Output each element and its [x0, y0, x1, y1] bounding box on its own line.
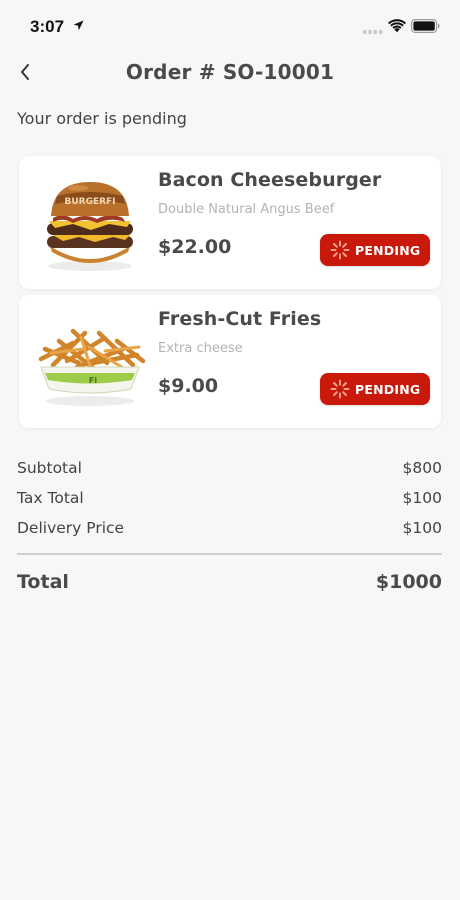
product-price: $22.00: [158, 236, 232, 258]
chevron-left-icon: [21, 64, 29, 80]
status-badge-label: PENDING: [355, 381, 421, 397]
status-time: 3:07: [30, 17, 65, 36]
delivery-label: Delivery Price: [17, 519, 125, 537]
subtotal-value: $800: [402, 459, 442, 477]
delivery-value: $100: [402, 519, 442, 537]
tax-row: Tax Total $100: [17, 486, 442, 510]
cellular-signal-icon: [363, 30, 383, 34]
total-label: Total: [17, 571, 69, 593]
status-badge-label: PENDING: [355, 242, 421, 258]
spinner-icon: [330, 240, 350, 260]
back-button[interactable]: [14, 58, 36, 86]
product-description: Double Natural Angus Beef: [158, 202, 335, 217]
tax-value: $100: [402, 489, 442, 507]
delivery-row: Delivery Price $100: [17, 516, 442, 540]
status-badge[interactable]: PENDING: [320, 234, 430, 266]
status-bar: 3:07: [0, 0, 460, 52]
wifi-icon: [388, 19, 406, 33]
summary-divider: [17, 553, 442, 555]
location-arrow-icon: [73, 20, 84, 31]
fries-image: Fi: [38, 328, 146, 406]
product-name: Bacon Cheeseburger: [158, 169, 382, 191]
battery-icon: [411, 19, 440, 33]
product-description: Extra cheese: [158, 341, 243, 356]
subtotal-row: Subtotal $800: [17, 456, 442, 480]
total-row: Total $1000: [17, 568, 442, 596]
product-price: $9.00: [158, 375, 219, 397]
status-badge[interactable]: PENDING: [320, 373, 430, 405]
page-title: Order # SO-10001: [125, 60, 335, 84]
burger-image: BURGERFI: [47, 182, 133, 271]
order-detail-screen: 3:07 Order # SO-10001 Your order is pend…: [0, 0, 460, 900]
spinner-icon: [330, 379, 350, 399]
svg-text:Fi: Fi: [89, 376, 97, 385]
total-value: $1000: [375, 571, 442, 593]
tax-label: Tax Total: [17, 489, 84, 507]
order-item-card[interactable]: BURGERFI Bacon Cheeseburger Double Natur…: [19, 156, 441, 289]
product-name: Fresh-Cut Fries: [158, 308, 322, 330]
order-item-card[interactable]: Fi Fresh-Cut Fries Extra cheese $9.00 PE…: [19, 295, 441, 428]
svg-text:BURGERFI: BURGERFI: [64, 197, 115, 207]
order-status-text: Your order is pending: [17, 109, 187, 128]
subtotal-label: Subtotal: [17, 459, 82, 477]
